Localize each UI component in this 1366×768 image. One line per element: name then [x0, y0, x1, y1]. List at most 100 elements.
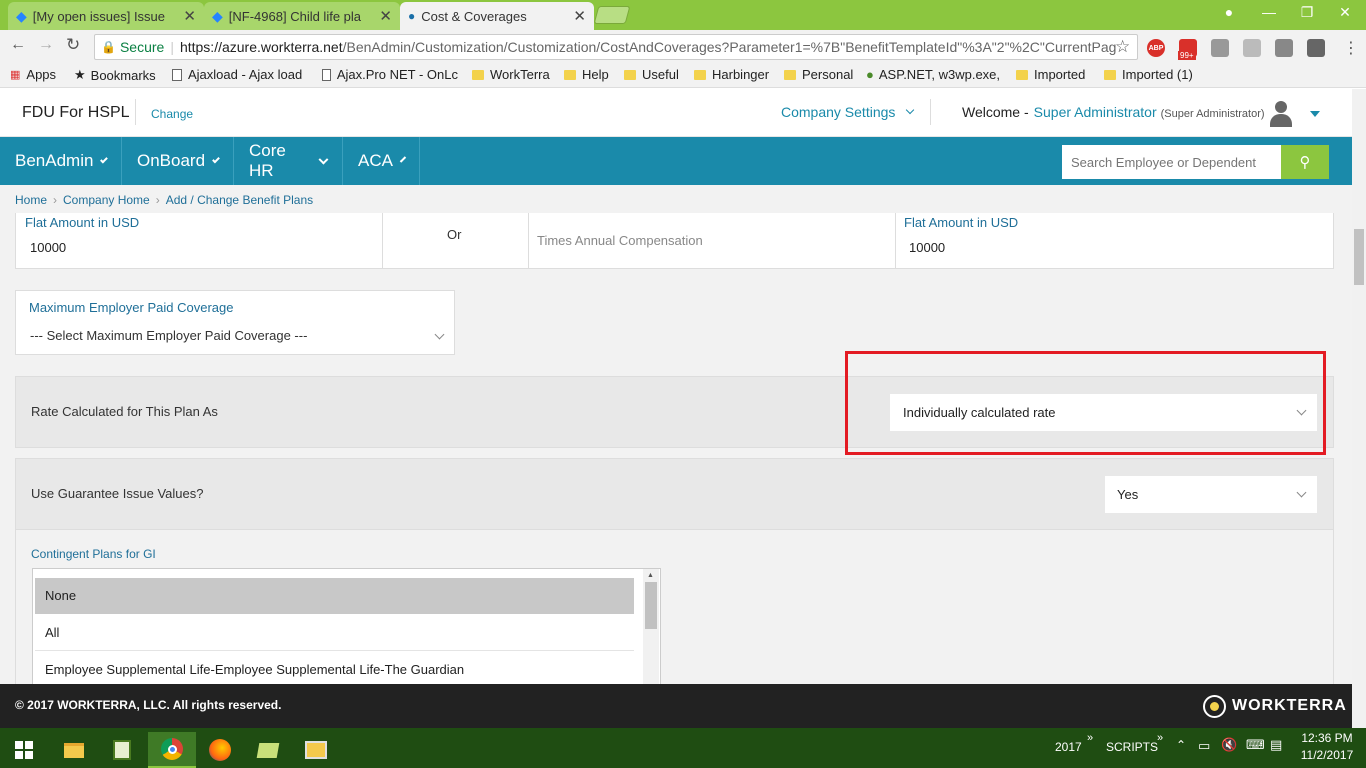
- url-host: https://azure.workterra.net: [179, 39, 343, 55]
- bookmark-personal[interactable]: Personal: [784, 67, 853, 82]
- folder-app-icon[interactable]: [244, 732, 292, 768]
- forward-icon[interactable]: →: [38, 36, 54, 54]
- bookmark-imported-1[interactable]: Imported (1): [1104, 67, 1193, 82]
- close-tab-icon[interactable]: ✕: [573, 7, 586, 25]
- bookmark-ajaxload[interactable]: Ajaxload - Ajax load: [172, 67, 308, 82]
- new-tab-button[interactable]: [593, 6, 631, 24]
- page-scrollbar[interactable]: [1352, 89, 1366, 728]
- show-hidden-icons-icon[interactable]: ⌃: [1176, 738, 1186, 752]
- breadcrumb-home[interactable]: Home: [15, 193, 47, 207]
- adblock-icon[interactable]: ABP: [1147, 39, 1165, 57]
- search-button[interactable]: ⚲: [1281, 145, 1329, 179]
- guarantee-issue-label: Use Guarantee Issue Values?: [31, 486, 204, 501]
- outlook-icon[interactable]: [292, 732, 340, 768]
- bookmark-help[interactable]: Help: [564, 67, 609, 82]
- search-employee-input[interactable]: [1062, 145, 1281, 179]
- divider: [135, 99, 136, 125]
- browser-tab-bar: ◆ [My open issues] Issue ✕ ◆ [NF-4968] C…: [0, 0, 1366, 30]
- listbox-scrollbar[interactable]: ▲: [643, 569, 659, 684]
- contingent-plans-label: Contingent Plans for GI: [31, 547, 156, 561]
- star-icon[interactable]: ☆: [1115, 37, 1130, 57]
- bookmark-label: Useful: [642, 67, 679, 82]
- bookmark-apps[interactable]: ▦ Apps: [10, 67, 56, 82]
- bookmark-aspnet[interactable]: ● ASP.NET, w3wp.exe,: [866, 67, 1000, 82]
- bookmark-useful[interactable]: Useful: [624, 67, 679, 82]
- nav-benadmin[interactable]: BenAdmin: [0, 137, 122, 185]
- browser-tab-my-open-issues[interactable]: ◆ [My open issues] Issue ✕: [8, 2, 204, 30]
- nav-core-hr[interactable]: Core HR: [234, 137, 343, 185]
- chevron-down-icon: [399, 155, 407, 163]
- start-windows-icon[interactable]: [0, 732, 48, 768]
- bookmark-harbinger[interactable]: Harbinger: [694, 67, 769, 82]
- list-item-supplemental-life[interactable]: Employee Supplemental Life-Employee Supp…: [35, 652, 634, 684]
- notifications-icon[interactable]: ▤: [1270, 737, 1282, 753]
- breadcrumb-benefit-plans[interactable]: Add / Change Benefit Plans: [166, 193, 313, 207]
- max-employer-paid-coverage-field[interactable]: Maximum Employer Paid Coverage --- Selec…: [15, 290, 455, 355]
- change-company-link[interactable]: Change: [151, 107, 193, 121]
- chevron-right-icon[interactable]: »: [1087, 732, 1093, 744]
- list-item-none[interactable]: None: [35, 578, 634, 614]
- bookmark-ajaxpro[interactable]: Ajax.Pro NET - OnLc: [322, 67, 458, 82]
- lock-icon: 🔒: [101, 40, 116, 54]
- divider: [895, 213, 896, 268]
- close-tab-icon[interactable]: ✕: [183, 7, 196, 25]
- extension-icon[interactable]: [1307, 39, 1325, 57]
- list-item-label: None: [45, 588, 77, 603]
- task-app-icon[interactable]: [98, 732, 146, 768]
- flat-amount-value[interactable]: 10000: [30, 240, 66, 255]
- times-annual-compensation[interactable]: Times Annual Compensation: [537, 233, 703, 248]
- firefox-icon[interactable]: [196, 732, 244, 768]
- flat-amount-value-2[interactable]: 10000: [909, 240, 945, 255]
- url-divider: |: [170, 39, 174, 55]
- toolbar-label-2017[interactable]: 2017: [1055, 740, 1082, 754]
- nav-aca[interactable]: ACA: [343, 137, 420, 185]
- system-clock[interactable]: 12:36 PM 11/2/2017: [1297, 731, 1357, 762]
- nav-label: ACA: [358, 151, 393, 170]
- close-window-icon[interactable]: ✕: [1326, 0, 1364, 24]
- avatar[interactable]: [1266, 99, 1296, 129]
- network-icon[interactable]: ▭: [1198, 738, 1210, 754]
- scroll-up-icon[interactable]: ▲: [647, 572, 654, 579]
- chevron-right-icon[interactable]: »: [1157, 732, 1163, 744]
- bookmark-label: Bookmarks: [90, 67, 156, 83]
- bookmark-workterra[interactable]: WorkTerra: [472, 67, 550, 82]
- rate-calculated-label: Rate Calculated for This Plan As: [31, 404, 218, 419]
- profile-icon[interactable]: ●: [1210, 0, 1248, 24]
- maximize-icon[interactable]: ❐: [1288, 0, 1326, 24]
- bookmarks-bar: ▦ Apps ★ Bookmarks Ajaxload - Ajax load Aj…: [0, 64, 1366, 88]
- reload-icon[interactable]: ↻: [66, 35, 80, 55]
- breadcrumb-company-home[interactable]: Company Home: [63, 193, 150, 207]
- toolbar-label-scripts[interactable]: SCRIPTS: [1106, 740, 1158, 754]
- pdf-icon[interactable]: [1243, 39, 1261, 57]
- max-employer-select-value[interactable]: --- Select Maximum Employer Paid Coverag…: [30, 328, 307, 343]
- windows-taskbar: 2017 » SCRIPTS » ⌃ ▭ 🔇 ⌨ 12:36 PM 11/2/2…: [0, 728, 1366, 768]
- scrollbar-thumb[interactable]: [1354, 229, 1364, 285]
- caret-down-icon[interactable]: [1310, 111, 1320, 117]
- bookmark-bookmarks[interactable]: ★ Bookmarks: [74, 67, 156, 83]
- browser-tab-nf-4968[interactable]: ◆ [NF-4968] Child life pla ✕: [204, 2, 400, 30]
- minimize-icon[interactable]: —: [1250, 0, 1288, 24]
- bookmark-imported[interactable]: Imported: [1016, 67, 1085, 82]
- guarantee-issue-select[interactable]: Yes: [1105, 476, 1317, 513]
- list-item-all[interactable]: All: [35, 615, 634, 651]
- keyboard-icon[interactable]: ⌨: [1246, 737, 1265, 753]
- close-tab-icon[interactable]: ✕: [379, 7, 392, 25]
- address-bar[interactable]: 🔒 Secure | https://azure.workterra.net/B…: [94, 34, 1138, 60]
- extension-icon[interactable]: [1211, 39, 1229, 57]
- welcome-user[interactable]: Welcome - Super Administrator (Super Adm…: [962, 104, 1265, 120]
- bookmark-label: Ajaxload - Ajax load: [188, 67, 303, 82]
- browser-tab-cost-coverages[interactable]: ● Cost & Coverages ✕: [400, 2, 594, 30]
- scrollbar-thumb[interactable]: [645, 582, 657, 629]
- company-settings-menu[interactable]: Company Settings: [781, 104, 915, 120]
- file-explorer-icon[interactable]: [50, 732, 98, 768]
- volume-muted-icon[interactable]: 🔇: [1221, 737, 1237, 753]
- menu-icon[interactable]: ⋮: [1343, 38, 1359, 58]
- camera-icon[interactable]: [1275, 39, 1293, 57]
- contingent-plans-listbox[interactable]: None All Employee Supplemental Life-Empl…: [32, 568, 661, 684]
- jira-icon: ◆: [16, 7, 27, 24]
- company-settings-label: Company Settings: [781, 104, 896, 120]
- company-name: FDU For HSPL: [22, 104, 130, 121]
- chrome-icon[interactable]: [148, 732, 196, 768]
- back-icon[interactable]: ←: [10, 36, 26, 54]
- nav-onboard[interactable]: OnBoard: [122, 137, 234, 185]
